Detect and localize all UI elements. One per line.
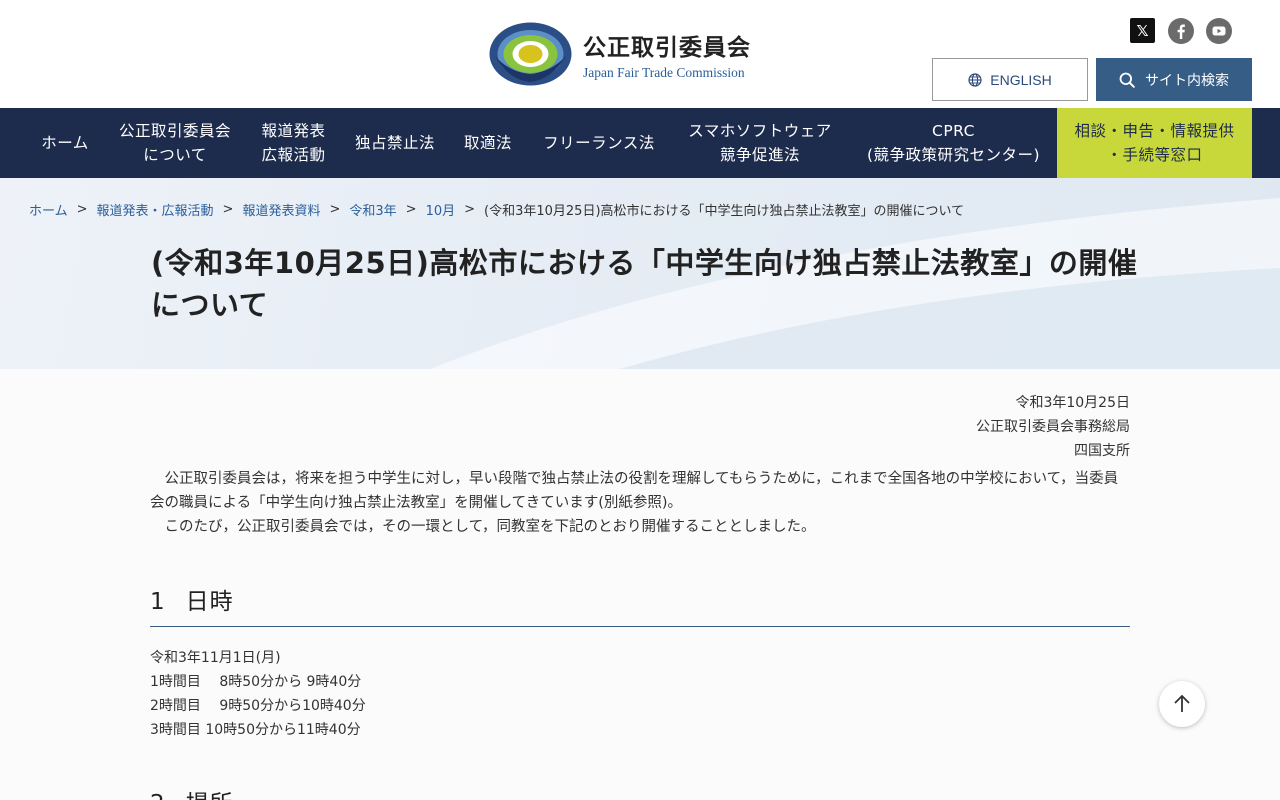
- issuer-branch: 四国支所: [1074, 443, 1130, 459]
- main-content: 令和3年10月25日 公正取引委員会事務総局 四国支所 公正取引委員会は，将来を…: [0, 369, 1280, 800]
- section-number: 1: [150, 589, 166, 615]
- globe-icon: [968, 72, 982, 87]
- intro-paragraph-1: 公正取引委員会は，将来を担う中学生に対し，早い段階で独占禁止法の役割を理解しても…: [150, 471, 1119, 511]
- x-twitter-icon[interactable]: 𝕏: [1130, 18, 1155, 43]
- nav-label: (競争政策研究センター): [866, 146, 1041, 164]
- site-name-ja: 公正取引委員会: [583, 34, 751, 61]
- nav-item-smartphone[interactable]: スマホソフトウェア 競争促進法: [670, 108, 850, 178]
- section-title: 場所: [186, 791, 234, 800]
- youtube-icon[interactable]: [1206, 18, 1232, 44]
- intro-text: 公正取引委員会は，将来を担う中学生に対し，早い段階で独占禁止法の役割を理解しても…: [150, 467, 1130, 539]
- page-hero: ホーム > 報道発表・広報活動 > 報道発表資料 > 令和3年 > 10月 > …: [0, 178, 1280, 369]
- back-to-top-button[interactable]: [1159, 681, 1205, 727]
- site-header: 公正取引委員会 Japan Fair Trade Commission 𝕏 EN…: [0, 0, 1280, 108]
- section-title: 日時: [185, 589, 234, 615]
- publish-date: 令和3年10月25日: [1015, 395, 1130, 411]
- nav-label: について: [143, 146, 207, 164]
- nav-label: ・手続等窓口: [1106, 146, 1203, 164]
- search-icon: [1119, 72, 1135, 88]
- nav-item-cprc[interactable]: CPRC (競争政策研究センター): [850, 108, 1057, 178]
- section-heading-venue: 2 場所: [150, 784, 1130, 800]
- breadcrumb-separator: >: [464, 202, 476, 217]
- breadcrumb-link-home[interactable]: ホーム: [29, 200, 68, 219]
- document-meta: 令和3年10月25日 公正取引委員会事務総局 四国支所: [976, 391, 1130, 463]
- arrow-up-icon: [1174, 694, 1190, 712]
- schedule-block: 令和3年11月1日(月) 1時間目 8時50分から 9時40分 2時間目 9時50分…: [150, 646, 366, 742]
- global-nav: ホーム 公正取引委員会 について 報道発表広報活動 独占禁止法 取適法 フリーラン…: [0, 108, 1280, 178]
- english-button[interactable]: ENGLISH: [932, 58, 1088, 101]
- site-search-button[interactable]: サイト内検索: [1096, 58, 1252, 101]
- nav-label: 独占禁止法: [354, 134, 435, 152]
- nav-label: 報道発表: [261, 122, 326, 140]
- breadcrumb: ホーム > 報道発表・広報活動 > 報道発表資料 > 令和3年 > 10月 > …: [29, 200, 964, 219]
- breadcrumb-link-month[interactable]: 10月: [426, 200, 456, 219]
- nav-label: 公正取引委員会: [118, 122, 231, 140]
- breadcrumb-separator: >: [405, 202, 417, 217]
- jftc-emblem-icon: [489, 22, 572, 86]
- schedule-date: 令和3年11月1日(月): [150, 650, 281, 666]
- nav-label: 相談・申告・情報提供: [1074, 122, 1235, 140]
- nav-label: ホーム: [41, 134, 89, 152]
- breadcrumb-current: (令和3年10月25日)高松市における「中学生向け独占禁止法教室」の開催について: [484, 204, 965, 219]
- nav-item-antimonopoly[interactable]: 独占禁止法: [342, 108, 448, 178]
- nav-item-contact[interactable]: 相談・申告・情報提供 ・手続等窓口: [1057, 108, 1252, 178]
- nav-label: フリーランス法: [543, 134, 655, 152]
- schedule-period: 3時間目 10時50分から11時40分: [150, 722, 361, 738]
- nav-item-about[interactable]: 公正取引委員会 について: [105, 108, 245, 178]
- nav-label: スマホソフトウェア: [688, 122, 832, 140]
- logo-text: 公正取引委員会 Japan Fair Trade Commission: [583, 28, 751, 81]
- nav-label: CPRC: [932, 122, 975, 140]
- nav-item-home[interactable]: ホーム: [25, 108, 105, 178]
- section-heading-datetime: 1 日時: [150, 582, 1130, 627]
- site-logo[interactable]: 公正取引委員会 Japan Fair Trade Commission: [489, 22, 751, 86]
- english-button-label: ENGLISH: [990, 71, 1052, 88]
- breadcrumb-separator: >: [76, 202, 88, 217]
- section-number: 2: [150, 791, 166, 800]
- breadcrumb-link-year[interactable]: 令和3年: [349, 200, 396, 219]
- nav-item-freelance[interactable]: フリーランス法: [528, 108, 670, 178]
- nav-label: 広報活動: [261, 146, 326, 164]
- breadcrumb-link-press[interactable]: 報道発表・広報活動: [97, 200, 214, 219]
- breadcrumb-separator: >: [222, 202, 234, 217]
- site-name-en: Japan Fair Trade Commission: [583, 64, 745, 80]
- nav-label: 競争促進法: [719, 146, 800, 164]
- schedule-period: 2時間目 9時50分から10時40分: [150, 698, 366, 714]
- search-button-label: サイト内検索: [1145, 71, 1229, 88]
- nav-item-torihiki[interactable]: 取適法: [448, 108, 528, 178]
- breadcrumb-separator: >: [329, 202, 341, 217]
- breadcrumb-link-press-materials[interactable]: 報道発表資料: [242, 200, 320, 219]
- schedule-period: 1時間目 8時50分から 9時40分: [150, 674, 362, 690]
- issuer-office: 公正取引委員会事務総局: [976, 419, 1130, 435]
- nav-label: 取適法: [463, 134, 512, 152]
- page-title: (令和3年10月25日)高松市における「中学生向け独占禁止法教室」の開催について: [151, 246, 1138, 322]
- nav-item-press[interactable]: 報道発表 広報活動: [245, 108, 342, 178]
- facebook-icon[interactable]: [1168, 18, 1194, 44]
- intro-paragraph-2: このたび，公正取引委員会では，その一環として，同教室を下記のとおり開催することと…: [164, 519, 816, 535]
